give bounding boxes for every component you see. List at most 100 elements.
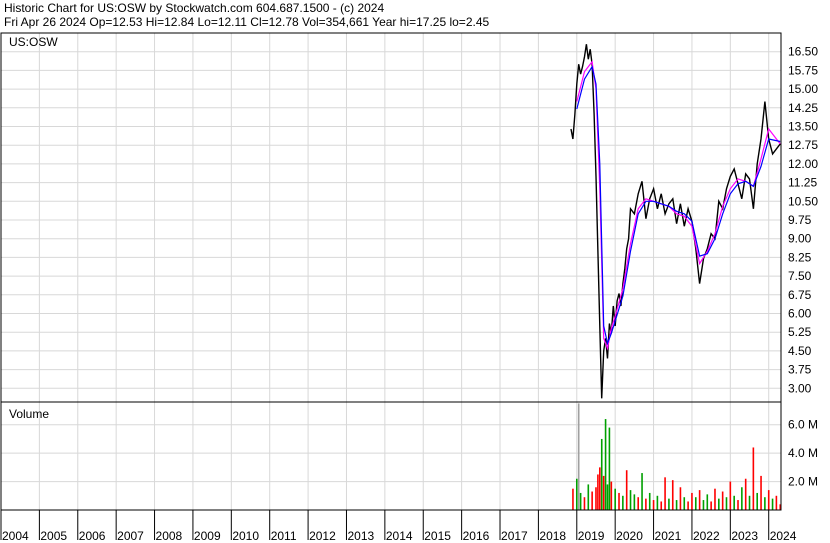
- volume-bar: [641, 473, 643, 510]
- volume-bar: [718, 498, 720, 510]
- x-tick-label: 2018: [539, 529, 566, 543]
- price-y-tick-label: 6.75: [788, 288, 812, 302]
- price-y-tick-label: 15.75: [788, 63, 818, 77]
- volume-bar: [648, 492, 651, 510]
- volume-bar: [744, 478, 747, 510]
- x-tick-label: 2005: [40, 529, 67, 543]
- volume-bar: [637, 497, 640, 510]
- x-tick-labels: 2004 2005 2006 2007 2008 2009 2010 2011 2012 2013…: [0, 510, 797, 543]
- volume-bar: [645, 498, 647, 510]
- x-tick-label: 2017: [501, 529, 528, 543]
- volume-bar: [622, 495, 624, 510]
- price-line: [570, 44, 781, 399]
- volume-bar: [656, 495, 659, 510]
- price-y-tick-label: 3.75: [788, 363, 812, 377]
- volume-bar: [610, 481, 613, 510]
- price-y-tick-label: 12.00: [788, 157, 818, 171]
- volume-bar: [599, 467, 601, 510]
- volume-bar: [606, 484, 609, 510]
- x-tick-label: 2021: [655, 529, 682, 543]
- volume-bar: [679, 487, 682, 510]
- volume-bar: [595, 487, 597, 510]
- x-tick-label: 2012: [309, 529, 336, 543]
- x-tick-label: 2010: [232, 529, 259, 543]
- volume-bars: [572, 403, 782, 510]
- volume-panel-frame: [0, 401, 782, 511]
- moving-average-1-line: [576, 60, 781, 351]
- volume-bar: [729, 481, 732, 510]
- volume-bar: [748, 495, 751, 510]
- volume-bar: [600, 438, 603, 510]
- volume-y-tick-label: 6.0 M: [788, 418, 818, 432]
- x-tick-label: 2022: [693, 529, 720, 543]
- x-tick-label: 2011: [271, 529, 297, 543]
- volume-bar: [710, 501, 712, 510]
- volume-bar: [618, 492, 620, 510]
- volume-bar: [675, 500, 678, 510]
- volume-bar: [671, 480, 674, 510]
- volume-bar: [583, 497, 586, 510]
- price-y-tick-label: 3.00: [788, 381, 812, 395]
- price-y-tick-label: 8.25: [788, 250, 812, 264]
- volume-bar: [614, 488, 616, 510]
- x-tick-label: 2014: [386, 529, 413, 543]
- volume-bar: [652, 500, 655, 510]
- volume-panel-label: Volume: [9, 407, 49, 421]
- x-tick-label: 2006: [79, 529, 106, 543]
- volume-bar: [608, 427, 611, 510]
- volume-bar: [756, 492, 759, 510]
- volume-bar: [587, 484, 590, 510]
- volume-bar: [597, 474, 599, 510]
- price-y-tick-label: 10.50: [788, 194, 818, 208]
- volume-bar: [664, 477, 666, 510]
- volume-bar: [575, 478, 578, 510]
- x-tick-label: 2019: [578, 529, 605, 543]
- volume-bar: [721, 491, 724, 510]
- volume-bar: [702, 500, 705, 510]
- price-y-tick-label: 9.00: [788, 232, 812, 246]
- price-y-tick-label: 16.50: [788, 45, 818, 59]
- price-y-tick-label: 4.50: [788, 344, 812, 358]
- volume-bar: [668, 498, 670, 510]
- volume-bar: [602, 475, 605, 510]
- volume-bar: [764, 497, 766, 510]
- price-grid: [0, 33, 781, 402]
- volume-bar: [629, 490, 632, 510]
- volume-bar: [737, 500, 739, 510]
- price-y-tick-label: 15.00: [788, 82, 818, 96]
- volume-bar: [767, 490, 770, 510]
- volume-y-tick-label: 4.0 M: [788, 446, 818, 460]
- volume-bar: [691, 492, 693, 510]
- volume-bar: [706, 494, 709, 510]
- volume-bar: [733, 495, 735, 510]
- volume-bar: [579, 492, 582, 510]
- volume-bar: [714, 488, 716, 510]
- stock-chart: 16.50 15.75 15.00 14.25 13.50 12.75 12.00 11.25…: [0, 32, 818, 543]
- volume-bar: [687, 501, 689, 510]
- x-tick-label: 2023: [731, 529, 758, 543]
- volume-bar: [660, 501, 663, 510]
- volume-bar: [683, 497, 686, 510]
- volume-bar: [725, 497, 728, 510]
- price-series: [570, 44, 781, 399]
- volume-bar: [752, 447, 755, 510]
- volume-bar: [577, 403, 580, 510]
- volume-bar: [694, 497, 697, 510]
- volume-bar: [760, 475, 762, 510]
- y-tick-labels: 16.50 15.75 15.00 14.25 13.50 12.75 12.00 11.25…: [788, 45, 818, 489]
- x-tick-label: 2008: [156, 529, 183, 543]
- x-tick-label: 2024: [770, 529, 797, 543]
- price-y-tick-label: 13.50: [788, 119, 818, 133]
- price-y-tick-label: 11.25: [788, 176, 817, 190]
- volume-bar: [775, 495, 778, 510]
- price-y-tick-label: 12.75: [788, 138, 818, 152]
- x-tick-label: 2004: [2, 529, 29, 543]
- volume-bar: [633, 494, 636, 510]
- x-tick-label: 2016: [463, 529, 490, 543]
- volume-bar: [591, 491, 593, 510]
- price-y-tick-label: 9.75: [788, 213, 812, 227]
- volume-bar: [698, 490, 701, 510]
- x-tick-label: 2020: [616, 529, 643, 543]
- x-tick-label: 2015: [424, 529, 451, 543]
- price-y-tick-label: 14.25: [788, 101, 818, 115]
